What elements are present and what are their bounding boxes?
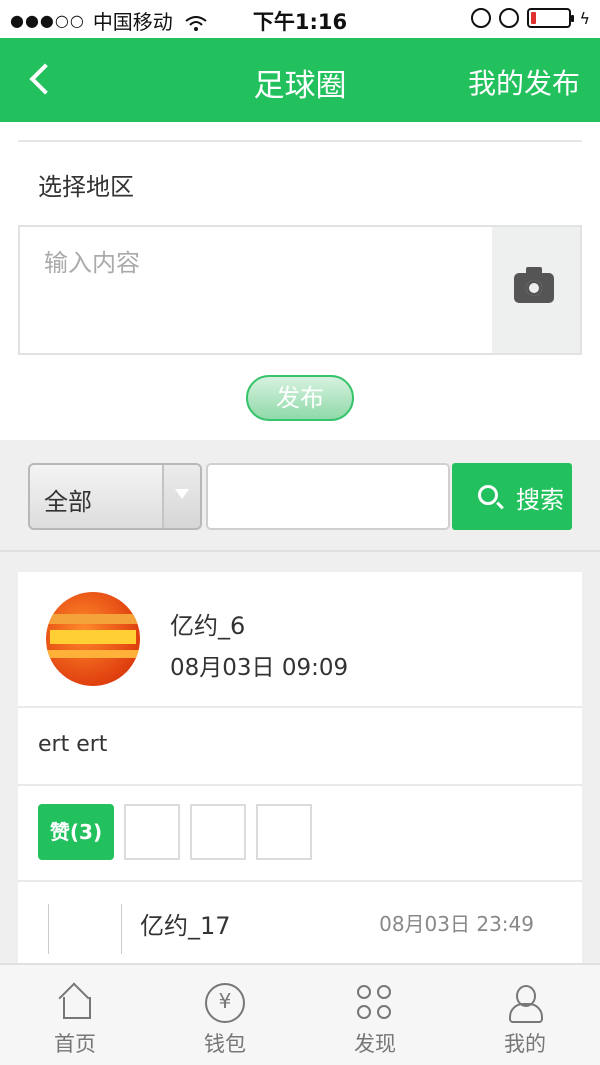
post-card: 亿约_6 08月03日 09:09 ert ert 赞(3) 亿约_17 08月… <box>18 572 582 967</box>
filter-select[interactable]: 全部 <box>28 463 202 530</box>
reply-username[interactable]: 亿约_17 <box>140 906 231 941</box>
home-icon <box>55 983 95 1023</box>
content-input[interactable]: 输入内容 <box>18 225 582 355</box>
reply-avatar[interactable] <box>48 904 122 954</box>
search-bar: 全部 搜索 <box>0 440 600 552</box>
liker-thumbnail[interactable] <box>124 804 180 860</box>
region-selector[interactable]: 选择地区 <box>38 167 134 202</box>
divider <box>18 784 582 786</box>
tab-label: 钱包 <box>204 1032 246 1056</box>
my-posts-link[interactable]: 我的发布 <box>468 62 580 102</box>
nav-header: 足球圈 我的发布 <box>0 38 600 122</box>
search-button[interactable]: 搜索 <box>452 463 572 530</box>
status-bar: ●●●○○ 中国移动 下午1:16 ϟ <box>0 0 600 38</box>
post-timestamp: 08月03日 09:09 <box>170 655 349 681</box>
tab-discover[interactable]: 发现 <box>300 965 450 1065</box>
search-input[interactable] <box>206 463 450 530</box>
divider <box>18 880 582 882</box>
camera-button[interactable] <box>492 227 580 353</box>
post-form: 选择地区 输入内容 发布 <box>0 122 600 440</box>
tab-profile[interactable]: 我的 <box>450 965 600 1065</box>
rotation-lock-icon <box>471 8 492 28</box>
charging-icon: ϟ <box>579 8 590 28</box>
discover-icon <box>355 983 395 1023</box>
search-button-label: 搜索 <box>516 486 564 514</box>
reply-timestamp: 08月03日 23:49 <box>379 912 534 936</box>
profile-icon <box>505 983 545 1023</box>
liker-thumbnail[interactable] <box>190 804 246 860</box>
tab-label: 发现 <box>354 1032 396 1056</box>
status-icons: ϟ <box>471 8 590 28</box>
avatar[interactable] <box>46 592 140 686</box>
post-content: ert ert <box>38 732 108 757</box>
tab-wallet[interactable]: 钱包 <box>150 965 300 1065</box>
like-button[interactable]: 赞(3) <box>38 804 114 860</box>
wallet-icon <box>205 983 245 1023</box>
search-icon <box>478 485 498 505</box>
content-input-placeholder: 输入内容 <box>44 249 140 277</box>
camera-icon <box>514 267 554 303</box>
battery-icon <box>527 8 575 28</box>
tab-label: 首页 <box>54 1032 96 1056</box>
divider <box>18 706 582 708</box>
tab-label: 我的 <box>504 1032 546 1056</box>
bottom-tab-bar: 首页 钱包 发现 我的 <box>0 963 600 1065</box>
divider <box>18 140 582 142</box>
tab-home[interactable]: 首页 <box>0 965 150 1065</box>
publish-button[interactable]: 发布 <box>246 375 354 421</box>
liker-thumbnail[interactable] <box>256 804 312 860</box>
filter-select-value: 全部 <box>44 488 92 516</box>
alarm-icon <box>499 8 520 28</box>
post-username[interactable]: 亿约_6 <box>170 606 245 641</box>
chevron-down-icon[interactable] <box>162 465 200 528</box>
